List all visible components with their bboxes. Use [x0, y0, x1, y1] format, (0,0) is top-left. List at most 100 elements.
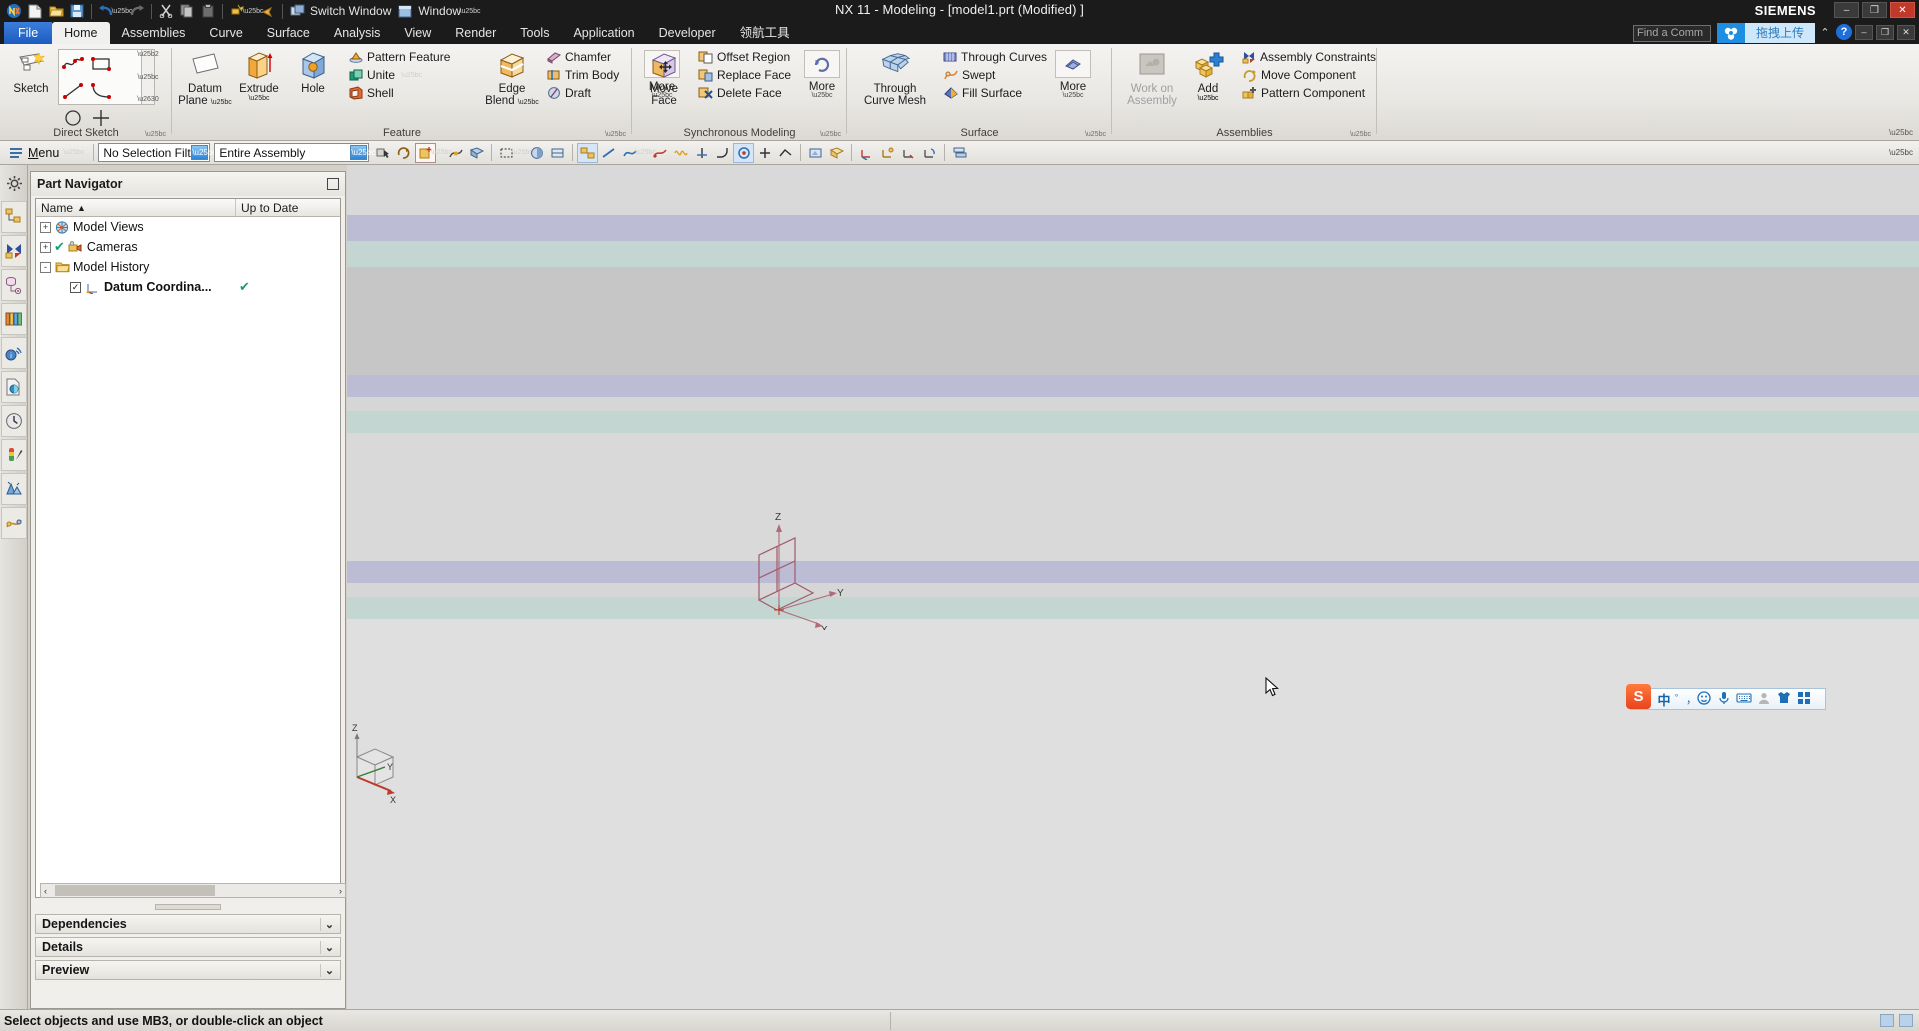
- tab-surface[interactable]: Surface: [255, 22, 322, 44]
- section-dependencies-chevron-icon[interactable]: ⌄: [320, 917, 338, 931]
- sync-more-button[interactable]: More \u25bc: [798, 46, 846, 99]
- stop-at-intersection-icon[interactable]: [691, 143, 712, 163]
- wcs-display-icon[interactable]: [856, 143, 877, 163]
- ime-toolbar[interactable]: 中゜，: [1630, 688, 1826, 710]
- graphics-viewport[interactable]: Z Y X Z X Y: [347, 165, 1919, 1020]
- help-icon[interactable]: ?: [1836, 24, 1852, 40]
- hscroll-left-icon[interactable]: ‹: [41, 886, 47, 896]
- through-curve-mesh-button[interactable]: Through Curve Mesh: [857, 46, 933, 107]
- sine-curve-icon[interactable]: [670, 143, 691, 163]
- part-navigator-row[interactable]: ✓ Datum Coordina... ✔: [36, 277, 340, 297]
- rail-web-browser-icon[interactable]: [1, 371, 27, 403]
- pattern-component-button[interactable]: Pattern Component: [1238, 84, 1374, 102]
- window-maximize-button[interactable]: ❐: [1862, 2, 1887, 18]
- sketch-curve-gallery[interactable]: [58, 49, 142, 126]
- tab-tools[interactable]: Tools: [508, 22, 561, 44]
- expand-icon[interactable]: +: [40, 241, 51, 253]
- tab-developer[interactable]: Developer: [647, 22, 728, 44]
- move-face-button[interactable]: Move Face: [638, 46, 690, 107]
- rail-assembly-navigator-icon[interactable]: [1, 201, 27, 233]
- sync-more-caret-icon[interactable]: \u25bc: [811, 92, 832, 99]
- tab-curve[interactable]: Curve: [197, 22, 254, 44]
- wcs-origin-icon[interactable]: [898, 143, 919, 163]
- collapse-icon[interactable]: -: [40, 261, 51, 273]
- gallery-scroll-up-icon[interactable]: \u25b2: [137, 51, 158, 58]
- curve-rule-dropdown-icon[interactable]: \u25bc: [635, 143, 656, 163]
- group-dialog-launcher-direct-sketch[interactable]: \u25bc: [145, 131, 166, 138]
- shaded-display-icon[interactable]: [526, 143, 547, 163]
- section-details[interactable]: Details ⌄: [35, 937, 341, 957]
- section-details-chevron-icon[interactable]: ⌄: [320, 940, 338, 954]
- part-navigator-row[interactable]: + Model Views: [36, 217, 340, 237]
- edge-blend-button[interactable]: Edge Blend \u25bc: [484, 46, 540, 109]
- ime-emoji-icon[interactable]: [1695, 690, 1713, 708]
- window-close-button[interactable]: ✕: [1890, 2, 1915, 18]
- snap-point-dropdown-icon[interactable]: \u25bc: [431, 143, 452, 163]
- splitter-grip[interactable]: [155, 904, 221, 910]
- select-general-objects-icon[interactable]: [373, 143, 394, 163]
- unite-dropdown-icon[interactable]: \u25bc: [401, 72, 422, 79]
- gallery-expand-icon[interactable]: \u2630: [137, 96, 158, 103]
- curve-rule-single-icon[interactable]: [577, 142, 599, 163]
- column-header-up-to-date[interactable]: Up to Date: [236, 199, 340, 216]
- tab-analysis[interactable]: Analysis: [322, 22, 393, 44]
- gallery-scroll[interactable]: \u25b2 \u25bc \u2630: [137, 49, 159, 105]
- chamfer-button[interactable]: Chamfer: [542, 48, 634, 66]
- move-component-button[interactable]: Move Component: [1238, 66, 1374, 84]
- tab-linghang[interactable]: 领航工具: [728, 22, 802, 44]
- rail-part-navigator-icon[interactable]: [1, 269, 27, 301]
- through-curves-button[interactable]: Through Curves: [939, 48, 1047, 66]
- rail-settings-icon[interactable]: [1, 167, 27, 199]
- select-feature-icon[interactable]: [394, 143, 415, 163]
- status-box-2-icon[interactable]: [1899, 1014, 1913, 1027]
- part-navigator-hscrollbar[interactable]: ‹ ›: [40, 883, 346, 898]
- group-dialog-launcher-surface[interactable]: \u25bc: [1085, 131, 1106, 138]
- part-navigator-pin-icon[interactable]: [327, 178, 339, 190]
- offset-region-button[interactable]: Offset Region: [694, 48, 798, 66]
- face-finder-icon[interactable]: [805, 143, 826, 163]
- group-dialog-launcher-feature[interactable]: \u25bc: [605, 131, 626, 138]
- wcs-rotate-icon[interactable]: [919, 143, 940, 163]
- rectangle-icon[interactable]: [87, 50, 115, 77]
- feature-curves-icon[interactable]: [649, 143, 670, 163]
- surface-more-caret-icon[interactable]: \u25bc: [1062, 92, 1083, 99]
- studio-spline-icon[interactable]: [59, 50, 87, 77]
- fill-surface-button[interactable]: Fill Surface: [939, 84, 1043, 102]
- chain-curves-icon[interactable]: [775, 143, 796, 163]
- draft-button[interactable]: Draft: [542, 84, 634, 102]
- status-box-1-icon[interactable]: [1880, 1014, 1894, 1027]
- ribbon-overflow-caret-icon[interactable]: \u25bc: [1889, 128, 1913, 137]
- ime-soft-keyboard-icon[interactable]: [1735, 692, 1753, 707]
- surface-more-button[interactable]: More \u25bc: [1049, 46, 1097, 99]
- rail-hd3d-tools-icon[interactable]: i: [1, 337, 27, 369]
- ime-sogou-logo-icon[interactable]: S: [1626, 684, 1651, 709]
- render-style-icon[interactable]: [547, 143, 568, 163]
- line-icon[interactable]: [59, 77, 87, 104]
- rail-constraint-navigator-icon[interactable]: [1, 235, 27, 267]
- add-component-button[interactable]: Add \u25bc: [1184, 46, 1232, 102]
- ime-voice-input-icon[interactable]: [1715, 691, 1733, 708]
- work-on-assembly-button[interactable]: Work on Assembly: [1120, 46, 1184, 107]
- find-command-input[interactable]: Find a Comm: [1633, 25, 1711, 42]
- view-orientation-triad[interactable]: Z X Y: [347, 715, 447, 825]
- face-snap-icon[interactable]: [466, 143, 487, 163]
- ime-punctuation-icon[interactable]: ゜，: [1675, 691, 1697, 707]
- pattern-feature-button[interactable]: Pattern Feature: [344, 48, 462, 66]
- doc-restore-button[interactable]: ❐: [1876, 24, 1894, 40]
- selection-scope-combo[interactable]: Entire Assembly \u25bc: [214, 143, 375, 162]
- toolbar-overflow-caret-icon[interactable]: \u25bc: [1889, 148, 1913, 157]
- tab-home[interactable]: Home: [52, 22, 110, 44]
- part-navigator-row[interactable]: - Model History: [36, 257, 340, 277]
- select-dropdown-icon[interactable]: \u25bc: [512, 143, 533, 163]
- rail-reuse-library-icon[interactable]: [1, 303, 27, 335]
- doc-minimize-button[interactable]: –: [1855, 24, 1873, 40]
- upload-widget[interactable]: 拖拽上传: [1716, 23, 1815, 43]
- rail-system-materials-icon[interactable]: [1, 439, 27, 471]
- window-minimize-button[interactable]: –: [1834, 2, 1859, 18]
- swept-button[interactable]: Swept: [939, 66, 1043, 84]
- delete-face-button[interactable]: Delete Face: [694, 84, 798, 102]
- rail-visualization-icon[interactable]: [1, 507, 27, 539]
- tab-application[interactable]: Application: [561, 22, 646, 44]
- assembly-constraints-button[interactable]: Assembly Constraints: [1238, 48, 1376, 66]
- region-boundary-icon[interactable]: [733, 142, 755, 163]
